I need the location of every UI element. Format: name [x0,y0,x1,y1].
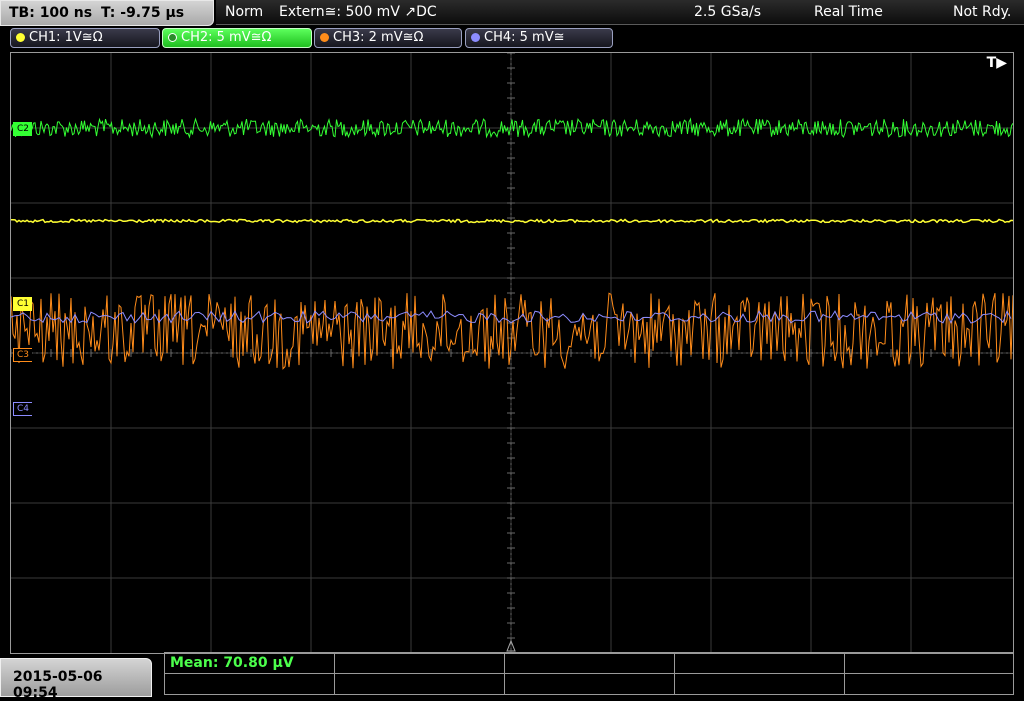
measurement-cell [335,674,505,694]
top-status-bar: TB: 100 ns T: -9.75 µs Norm Extern≅: 500… [0,0,1024,26]
channel-3-label: CH3: 2 mV≅Ω [333,30,424,45]
timebase-panel[interactable]: TB: 100 ns T: -9.75 µs [0,0,214,26]
measurement-cell [675,653,845,673]
channel-1-dot-icon [16,33,25,42]
timebase-value: TB: 100 ns [9,5,93,21]
trigger-mode: Norm [225,4,264,20]
bottom-bar: 2015-05-06 09:54 Mean: 70.80 µV [0,652,1024,701]
channel-2-dot-icon [168,33,177,42]
channel-1-trace [11,218,1013,224]
channel-1-button[interactable]: CH1: 1V≅Ω [10,28,160,48]
channel-4-dot-icon [471,33,480,42]
trigger-info-panel[interactable]: Norm Extern≅: 500 mV ↗DC 2.5 GSa/s Real … [216,0,1024,25]
channel-1-label: CH1: 1V≅Ω [29,30,103,45]
channel-3-dot-icon [320,33,329,42]
measurement-cell: Mean: 70.80 µV [165,653,335,673]
measurement-cell [165,674,335,694]
channel-3-trace [11,292,1013,370]
trigger-position-marker: T▶ [986,55,1007,71]
channel-4-label: CH4: 5 mV≅ [484,30,565,45]
channel-1-offset-marker[interactable]: C1 [13,297,33,311]
mean-measurement: Mean: 70.80 µV [170,655,294,671]
channel-4-button[interactable]: CH4: 5 mV≅ [465,28,613,48]
waveform-canvas [11,53,1013,653]
trigger-source: Extern≅: 500 mV ↗DC [279,4,437,20]
sample-rate: 2.5 GSa/s [694,4,762,20]
waveform-display[interactable]: T▶ C2 C1 C3 C4 [10,52,1014,654]
datetime-text: 2015-05-06 09:54 [13,669,103,701]
datetime-panel: 2015-05-06 09:54 [0,658,152,701]
channel-3-offset-marker[interactable]: C3 [13,348,33,362]
measurement-cell [505,674,675,694]
channel-2-label: CH2: 5 mV≅Ω [181,30,272,45]
channel-2-offset-marker[interactable]: C2 [13,122,33,136]
trigger-time-value: T: -9.75 µs [101,5,185,21]
ready-status: Not Rdy. [953,4,1012,20]
measurement-table[interactable]: Mean: 70.80 µV [164,652,1014,695]
channel-2-button[interactable]: CH2: 5 mV≅Ω [162,28,312,48]
channel-3-button[interactable]: CH3: 2 mV≅Ω [314,28,462,48]
channel-bar: CH1: 1V≅Ω CH2: 5 mV≅Ω CH3: 2 mV≅Ω CH4: 5… [0,26,1024,48]
acquisition-mode: Real Time [814,4,883,20]
measurement-cell [505,653,675,673]
measurement-cell [675,674,845,694]
channel-4-offset-marker[interactable]: C4 [13,402,33,416]
measurement-cell [335,653,505,673]
